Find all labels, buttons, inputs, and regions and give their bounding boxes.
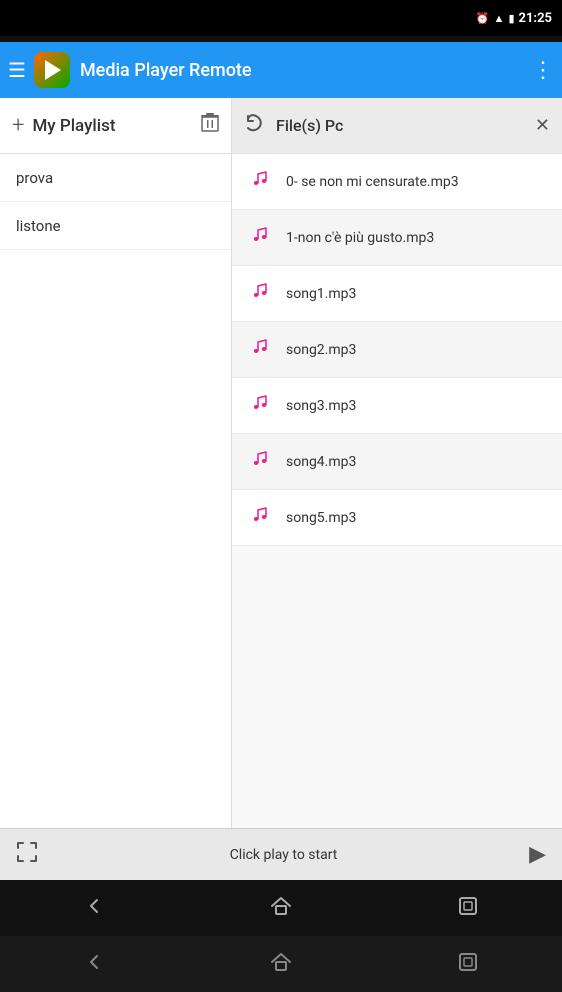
music-note-icon [248, 393, 272, 418]
file-item[interactable]: song1.mp3 [232, 266, 562, 322]
file-item[interactable]: song4.mp3 [232, 434, 562, 490]
file-name: 0- se non mi censurate.mp3 [286, 174, 546, 190]
home-button[interactable] [187, 894, 374, 923]
delete-playlist-button[interactable] [201, 113, 219, 138]
app-header: ☰ Media Player Remote ⋮ [0, 42, 562, 98]
app-logo [34, 52, 70, 88]
music-note-icon [248, 281, 272, 306]
file-item[interactable]: 1-non c'è più gusto.mp3 [232, 210, 562, 266]
app-logo-play [45, 60, 61, 80]
file-name: song5.mp3 [286, 510, 546, 526]
click-play-text: Click play to start [38, 847, 529, 863]
file-item[interactable]: song3.mp3 [232, 378, 562, 434]
play-button[interactable]: ▶ [529, 842, 546, 867]
file-name: song1.mp3 [286, 286, 546, 302]
files-close-button[interactable]: ✕ [535, 115, 550, 136]
file-name: song2.mp3 [286, 342, 546, 358]
home-button-2[interactable] [187, 950, 374, 979]
more-options-button[interactable]: ⋮ [532, 58, 554, 83]
music-note-icon [248, 505, 272, 530]
status-bar: ⏰ ▲ ▮ 21:25 [0, 0, 562, 36]
files-panel: File(s) Pc ✕ 0- se non mi censurate.mp3 [232, 98, 562, 828]
recents-button-2[interactable] [375, 950, 562, 979]
back-button[interactable] [0, 894, 187, 923]
wifi-icon: ▲ [494, 12, 505, 25]
add-playlist-button[interactable]: + [12, 113, 24, 138]
playlist-panel: + My Playlist prova listone [0, 98, 232, 828]
music-note-icon [248, 449, 272, 474]
playlist-item[interactable]: listone [0, 202, 231, 250]
music-note-icon [248, 225, 272, 250]
bottom-bar: Click play to start ▶ [0, 828, 562, 880]
nav-bar-2 [0, 936, 562, 992]
files-header: File(s) Pc ✕ [232, 98, 562, 154]
files-list: 0- se non mi censurate.mp3 1-non c'è più… [232, 154, 562, 828]
playlist-item-name: prova [16, 169, 53, 187]
playlist-item[interactable]: prova [0, 154, 231, 202]
file-name: song4.mp3 [286, 454, 546, 470]
status-time: 21:25 [519, 11, 553, 26]
file-item[interactable]: song5.mp3 [232, 490, 562, 546]
file-name: 1-non c'è più gusto.mp3 [286, 230, 546, 246]
main-content: + My Playlist prova listone [0, 98, 562, 828]
music-note-icon [248, 169, 272, 194]
recents-button[interactable] [375, 894, 562, 923]
battery-icon: ▮ [508, 12, 514, 25]
file-name: song3.mp3 [286, 398, 546, 414]
menu-button[interactable]: ☰ [8, 58, 26, 82]
playlist-header: + My Playlist [0, 98, 231, 154]
files-header-title: File(s) Pc [276, 116, 525, 135]
file-item[interactable]: song2.mp3 [232, 322, 562, 378]
nav-bar [0, 880, 562, 936]
file-item[interactable]: 0- se non mi censurate.mp3 [232, 154, 562, 210]
playlist-item-name: listone [16, 217, 61, 235]
app-title: Media Player Remote [80, 60, 532, 81]
playlist-title: My Playlist [32, 116, 201, 136]
status-icons: ⏰ ▲ ▮ 21:25 [476, 11, 552, 26]
fullscreen-button[interactable] [16, 841, 38, 868]
alarm-icon: ⏰ [476, 12, 490, 25]
music-note-icon [248, 337, 272, 362]
playlist-items: prova listone [0, 154, 231, 828]
files-back-button[interactable] [244, 112, 266, 139]
back-button-2[interactable] [0, 950, 187, 979]
